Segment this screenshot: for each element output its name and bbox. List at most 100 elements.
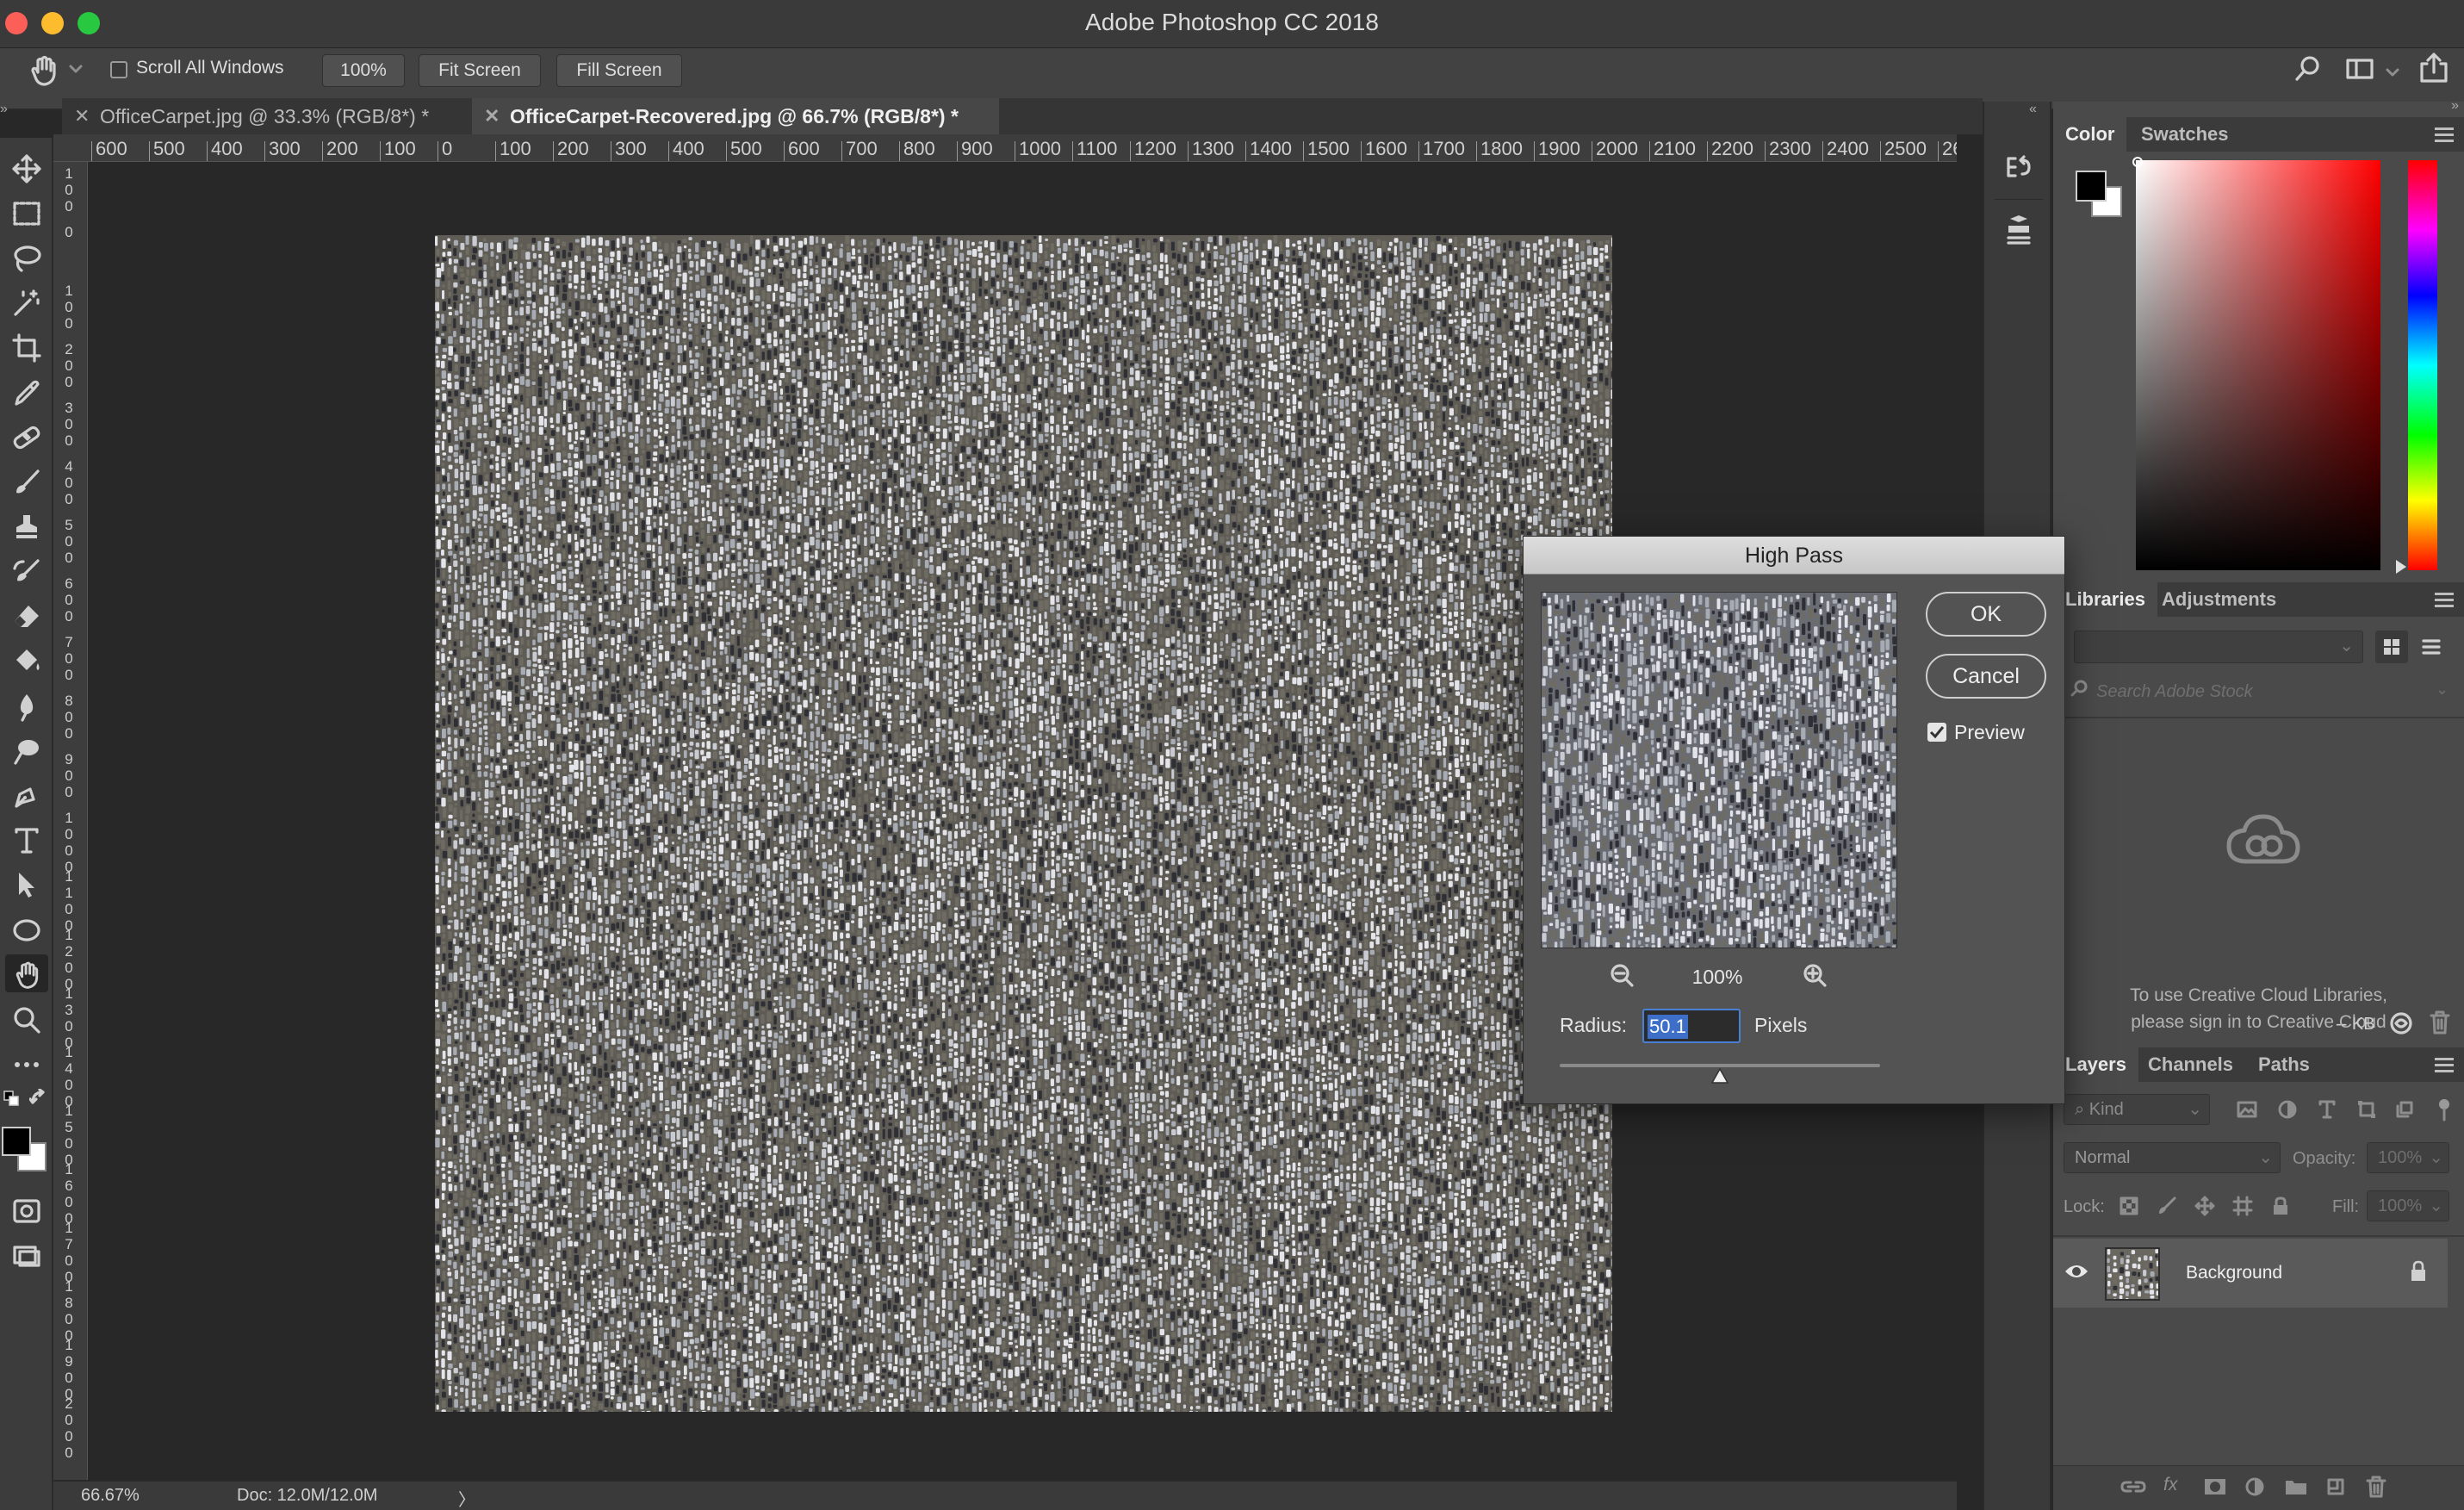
toolbox-collapse-icon[interactable]: » <box>0 102 17 117</box>
radius-slider-thumb[interactable] <box>1710 1067 1729 1084</box>
hue-slider-marker[interactable] <box>2396 560 2406 574</box>
default-colors-icon[interactable] <box>3 1091 21 1108</box>
chevron-down-icon[interactable] <box>69 64 83 74</box>
hand-tool-preset-icon[interactable] <box>26 53 60 88</box>
stock-search-input[interactable]: Search Adobe Stock <box>2096 682 2253 702</box>
panel-menu-icon[interactable] <box>2435 127 2454 146</box>
close-tab-icon[interactable]: ✕ <box>484 98 500 134</box>
list-view-icon[interactable] <box>2415 631 2448 663</box>
filter-smart-object-icon[interactable] <box>2394 1099 2415 1120</box>
brush-icon[interactable] <box>5 462 48 500</box>
marquee-icon[interactable] <box>5 193 48 231</box>
ellipse-icon[interactable] <box>5 910 48 948</box>
tab-libraries[interactable]: Libraries <box>2053 582 2157 617</box>
healing-brush-icon[interactable] <box>5 417 48 455</box>
lasso-icon[interactable] <box>5 238 48 276</box>
magic-wand-icon[interactable] <box>5 283 48 320</box>
opacity-input[interactable]: 100% ⌄ <box>2367 1142 2449 1173</box>
blur-icon[interactable] <box>5 686 48 724</box>
hand-icon[interactable] <box>5 954 48 992</box>
tab-officecarpet-recovered[interactable]: ✕ OfficeCarpet-Recovered.jpg @ 66.7% (RG… <box>472 98 999 134</box>
dodge-icon[interactable] <box>5 730 48 768</box>
tab-adjustments[interactable]: Adjustments <box>2150 582 2288 617</box>
search-icon[interactable] <box>2293 53 2324 84</box>
zoom-level[interactable]: 66.67% <box>81 1486 140 1506</box>
zoom-out-icon[interactable] <box>1608 962 1635 990</box>
eyedropper-icon[interactable] <box>5 372 48 410</box>
screen-mode-icon[interactable] <box>5 1235 48 1273</box>
paint-bucket-icon[interactable] <box>5 641 48 679</box>
layer-row-background[interactable]: Background <box>2053 1239 2448 1308</box>
link-layers-icon[interactable] <box>2120 1476 2146 1497</box>
properties-panel-icon[interactable] <box>1995 208 2043 264</box>
move-icon[interactable] <box>5 148 48 186</box>
eye-visibility-icon[interactable] <box>2064 1261 2089 1282</box>
dialog-title[interactable]: High Pass <box>1524 537 2064 575</box>
trash-icon[interactable] <box>2429 1010 2451 1035</box>
sync-icon[interactable] <box>2387 1010 2415 1037</box>
filter-adjustment-layer-icon[interactable] <box>2277 1099 2298 1120</box>
scroll-all-windows-checkbox[interactable] <box>110 61 127 78</box>
tab-officecarpet[interactable]: ✕ OfficeCarpet.jpg @ 33.3% (RGB/8*) * <box>62 98 465 134</box>
color-picker-marker[interactable] <box>2132 157 2143 167</box>
quick-mask-icon[interactable] <box>5 1190 48 1228</box>
filter-shape-layer-icon[interactable] <box>2356 1099 2377 1120</box>
fx-icon[interactable]: fx <box>2163 1475 2177 1495</box>
new-group-icon[interactable] <box>2284 1476 2308 1497</box>
chevron-down-icon[interactable]: ⌄ <box>2436 680 2448 699</box>
type-icon[interactable] <box>5 820 48 858</box>
tab-swatches[interactable]: Swatches <box>2129 117 2241 152</box>
blend-mode-select[interactable]: Normal ⌄ <box>2064 1142 2281 1173</box>
crop-icon[interactable] <box>5 327 48 365</box>
hue-slider[interactable] <box>2408 160 2437 570</box>
collapse-panels-icon[interactable]: » <box>2451 98 2459 114</box>
tab-paths[interactable]: Paths <box>2246 1047 2322 1082</box>
tab-layers[interactable]: Layers <box>2053 1047 2138 1082</box>
new-adjustment-layer-icon[interactable] <box>2244 1476 2265 1497</box>
layer-lock-icon[interactable] <box>2408 1259 2429 1283</box>
lock-all-icon[interactable] <box>2270 1196 2291 1216</box>
new-layer-icon[interactable] <box>2325 1476 2346 1497</box>
lock-artboard-icon[interactable] <box>2232 1196 2253 1216</box>
history-panel-icon[interactable] <box>1995 145 2043 200</box>
foreground-color-swatch[interactable] <box>2 1127 31 1156</box>
pen-icon[interactable] <box>5 775 48 813</box>
fit-screen-button[interactable]: Fit Screen <box>419 54 541 87</box>
preview-checkbox[interactable] <box>1927 723 1946 742</box>
swap-colors-icon[interactable] <box>29 1089 48 1108</box>
tab-channels[interactable]: Channels <box>2136 1047 2245 1082</box>
close-tab-icon[interactable]: ✕ <box>74 98 90 134</box>
layer-filter-kind-select[interactable]: ⌕ Kind ⌄ <box>2064 1094 2210 1125</box>
delete-layer-icon[interactable] <box>2365 1475 2387 1499</box>
filter-pixel-layer-icon[interactable] <box>2236 1099 2258 1120</box>
lock-transparent-icon[interactable] <box>2119 1196 2139 1216</box>
workspace-icon[interactable] <box>2346 57 2374 81</box>
path-selection-icon[interactable] <box>5 865 48 903</box>
lock-position-icon[interactable] <box>2194 1196 2215 1216</box>
fill-screen-button[interactable]: Fill Screen <box>556 54 682 87</box>
zoom-icon[interactable] <box>5 999 48 1037</box>
add-mask-icon[interactable] <box>2203 1476 2227 1497</box>
color-saturation-field[interactable] <box>2136 160 2380 570</box>
share-icon[interactable] <box>2418 52 2449 84</box>
filter-type-layer-icon[interactable] <box>2317 1099 2337 1120</box>
lock-pixels-icon[interactable] <box>2157 1196 2177 1216</box>
filter-preview-image[interactable] <box>1541 592 1897 948</box>
ok-button[interactable]: OK <box>1926 592 2046 637</box>
radius-input[interactable]: 50.1 <box>1642 1009 1741 1043</box>
more-tools-icon[interactable] <box>5 1044 48 1082</box>
library-select[interactable]: ⌄ <box>2074 631 2363 663</box>
zoom-100-button[interactable]: 100% <box>322 54 405 87</box>
grid-view-icon[interactable] <box>2375 631 2408 663</box>
eraser-icon[interactable] <box>5 596 48 634</box>
clone-stamp-icon[interactable] <box>5 506 48 544</box>
workspace-chevron-icon[interactable] <box>2386 67 2399 78</box>
history-brush-icon[interactable] <box>5 551 48 589</box>
zoom-in-icon[interactable] <box>1801 962 1828 990</box>
document-canvas-image[interactable] <box>435 235 1612 1412</box>
cancel-button[interactable]: Cancel <box>1926 654 2046 699</box>
tab-color[interactable]: Color <box>2053 117 2127 152</box>
collapse-dock-icon[interactable]: « <box>2029 102 2037 117</box>
status-menu-arrow[interactable]: 〉 <box>458 1486 475 1510</box>
filter-toggle-icon[interactable] <box>2434 1097 2455 1122</box>
